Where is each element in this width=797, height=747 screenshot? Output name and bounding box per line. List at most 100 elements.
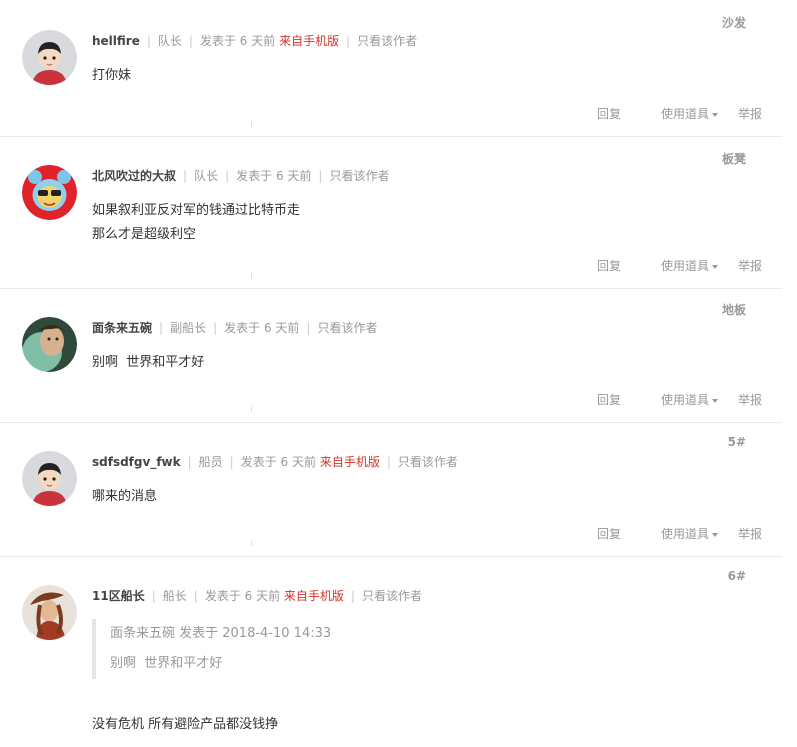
reply-button[interactable]: 回复 — [597, 259, 621, 273]
report-button[interactable]: 举报 — [738, 393, 762, 407]
author-name[interactable]: hellfire — [92, 34, 140, 48]
post-content: 哪来的消息 — [92, 485, 157, 509]
caret-down-icon — [711, 264, 718, 269]
floor-label[interactable]: 板凳 — [722, 150, 746, 167]
separator: | — [225, 169, 230, 183]
post-actions: 回复 使用道具 举报 — [577, 391, 762, 408]
default-avatar-icon — [22, 451, 77, 506]
floor-label[interactable]: 沙发 — [722, 14, 746, 31]
avatar[interactable] — [22, 585, 77, 640]
post-actions: 回复 使用道具 举报 — [577, 257, 762, 274]
content-line: 哪来的消息 — [92, 489, 158, 504]
post-time: 发表于 6 天前 — [236, 169, 312, 183]
use-item-label: 使用道具 — [660, 107, 709, 121]
avatar[interactable] — [22, 317, 77, 372]
post-time: 发表于 6 天前 — [199, 34, 276, 48]
avatar[interactable] — [22, 30, 77, 85]
content-line: 打你妹 — [92, 68, 132, 83]
post-actions: 回复 使用道具 举报 — [577, 525, 762, 542]
caret-down-icon — [711, 398, 718, 403]
separator: | — [306, 321, 311, 335]
use-item-label: 使用道具 — [660, 393, 709, 407]
only-author-link[interactable]: 只看该作者 — [317, 321, 377, 335]
author-name[interactable]: 面条来五碗 — [92, 321, 152, 335]
caret-down-icon — [711, 112, 718, 117]
separator: | — [188, 34, 193, 48]
author-role: 副船长 — [170, 321, 207, 335]
separator: | — [346, 34, 351, 48]
quote-header: 面条来五碗 发表于 2018-4-10 14:33 — [110, 626, 332, 641]
post-time: 发表于 6 天前 — [204, 589, 281, 603]
author-role: 队长 — [157, 34, 182, 48]
separator: | — [193, 589, 198, 603]
caret-down-icon — [711, 532, 718, 537]
quote-block: 面条来五碗 发表于 2018-4-10 14:33 别啊 世界和平才好 — [92, 619, 331, 679]
post-meta: 北风吹过的大叔 | 队长 | 发表于 6 天前 | 只看该作者 — [92, 167, 389, 184]
separator: | — [146, 34, 151, 48]
mobile-source-link[interactable]: 来自手机版 — [284, 589, 344, 603]
post-content: 打你妹 — [92, 64, 131, 88]
author-role: 船长 — [162, 589, 187, 603]
author-role: 船员 — [198, 455, 223, 469]
separator: | — [318, 169, 323, 183]
post-1: 沙发 hellfire | 队长 | 发表于 6 天前 来自手机版 | 只看该作者 打你妹 … — [0, 0, 782, 137]
content-line: 那么才是超级利空 — [92, 227, 197, 242]
post-5: 6# 11区船长 | 船长 | 发表于 6 天前 来自手机版 | 只看该作者 面条来五碗 发… — [0, 557, 782, 747]
separator: | — [213, 321, 218, 335]
separator: | — [229, 455, 234, 469]
author-name[interactable]: 北风吹过的大叔 — [92, 169, 176, 183]
only-author-link[interactable]: 只看该作者 — [357, 34, 417, 48]
report-button[interactable]: 举报 — [738, 527, 762, 541]
separator: | — [350, 589, 355, 603]
post-meta: sdfsdfgv_fwk | 船员 | 发表于 6 天前 来自手机版 | 只看该作者 — [92, 453, 458, 470]
use-item-dropdown[interactable]: 使用道具 — [641, 527, 718, 541]
post-4: 5# sdfsdfgv_fwk | 船员 | 发表于 6 天前 来自手机版 | 只看该作者 … — [0, 423, 782, 557]
reply-button[interactable]: 回复 — [597, 527, 621, 541]
post-meta: 面条来五碗 | 副船长 | 发表于 6 天前 | 只看该作者 — [92, 319, 377, 336]
separator: | — [183, 169, 188, 183]
post-meta: 11区船长 | 船长 | 发表于 6 天前 来自手机版 | 只看该作者 — [92, 587, 422, 604]
floor-label[interactable]: 6# — [728, 569, 746, 583]
post-content: 如果叙利亚反对军的钱通过比特币走 那么才是超级利空 — [92, 199, 300, 247]
use-item-dropdown[interactable]: 使用道具 — [641, 393, 718, 407]
separator: | — [151, 589, 156, 603]
default-avatar-icon — [22, 30, 77, 85]
separator: | — [159, 321, 164, 335]
content-line: 如果叙利亚反对军的钱通过比特币走 — [92, 203, 301, 218]
use-item-dropdown[interactable]: 使用道具 — [641, 107, 718, 121]
avatar[interactable] — [22, 451, 77, 506]
report-button[interactable]: 举报 — [738, 107, 762, 121]
author-role: 队长 — [194, 169, 219, 183]
divider-tick — [251, 541, 252, 546]
only-author-link[interactable]: 只看该作者 — [329, 169, 389, 183]
floor-label[interactable]: 5# — [728, 435, 746, 449]
floor-label[interactable]: 地板 — [722, 301, 746, 318]
avatar[interactable] — [22, 165, 77, 220]
divider-tick — [251, 273, 252, 278]
author-name[interactable]: sdfsdfgv_fwk — [92, 455, 181, 469]
post-3: 地板 面条来五碗 | 副船长 | 发表于 6 天前 | 只看该作者 别啊 世界和平才好 回复… — [0, 289, 782, 423]
post-time: 发表于 6 天前 — [224, 321, 300, 335]
divider-tick — [251, 122, 252, 127]
post-actions: 回复 使用道具 举报 — [577, 105, 762, 122]
reply-button[interactable]: 回复 — [597, 393, 621, 407]
content-line: 没有危机 所有避险产品都没钱挣 — [92, 717, 279, 732]
divider-tick — [251, 407, 252, 412]
only-author-link[interactable]: 只看该作者 — [362, 589, 422, 603]
post-time: 发表于 6 天前 — [240, 455, 316, 469]
separator: | — [187, 455, 192, 469]
mobile-source-link[interactable]: 来自手机版 — [320, 455, 380, 469]
post-content: 别啊 世界和平才好 — [92, 351, 204, 375]
mobile-source-link[interactable]: 来自手机版 — [279, 34, 339, 48]
content-line: 别啊 世界和平才好 — [92, 355, 205, 370]
post-meta: hellfire | 队长 | 发表于 6 天前 来自手机版 | 只看该作者 — [92, 32, 417, 49]
author-name[interactable]: 11区船长 — [92, 589, 145, 603]
bear-avatar-icon — [22, 165, 77, 220]
reply-button[interactable]: 回复 — [597, 107, 621, 121]
report-button[interactable]: 举报 — [738, 259, 762, 273]
art-avatar-icon — [22, 585, 77, 640]
only-author-link[interactable]: 只看该作者 — [398, 455, 458, 469]
quote-body: 别啊 世界和平才好 — [110, 656, 223, 671]
use-item-dropdown[interactable]: 使用道具 — [641, 259, 718, 273]
post-content: 没有危机 所有避险产品都没钱挣 — [92, 713, 278, 737]
